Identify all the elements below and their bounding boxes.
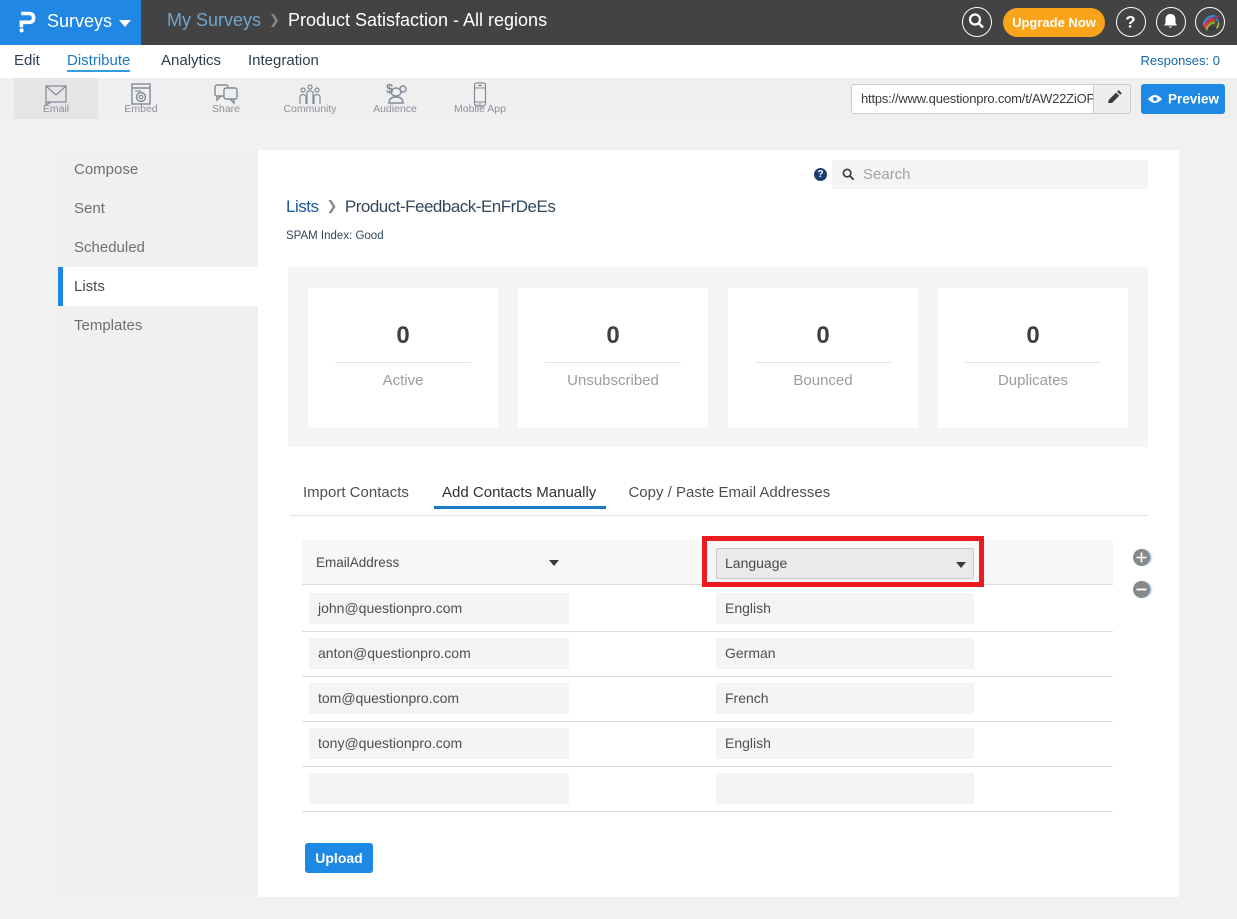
- svg-text:?: ?: [1125, 13, 1135, 32]
